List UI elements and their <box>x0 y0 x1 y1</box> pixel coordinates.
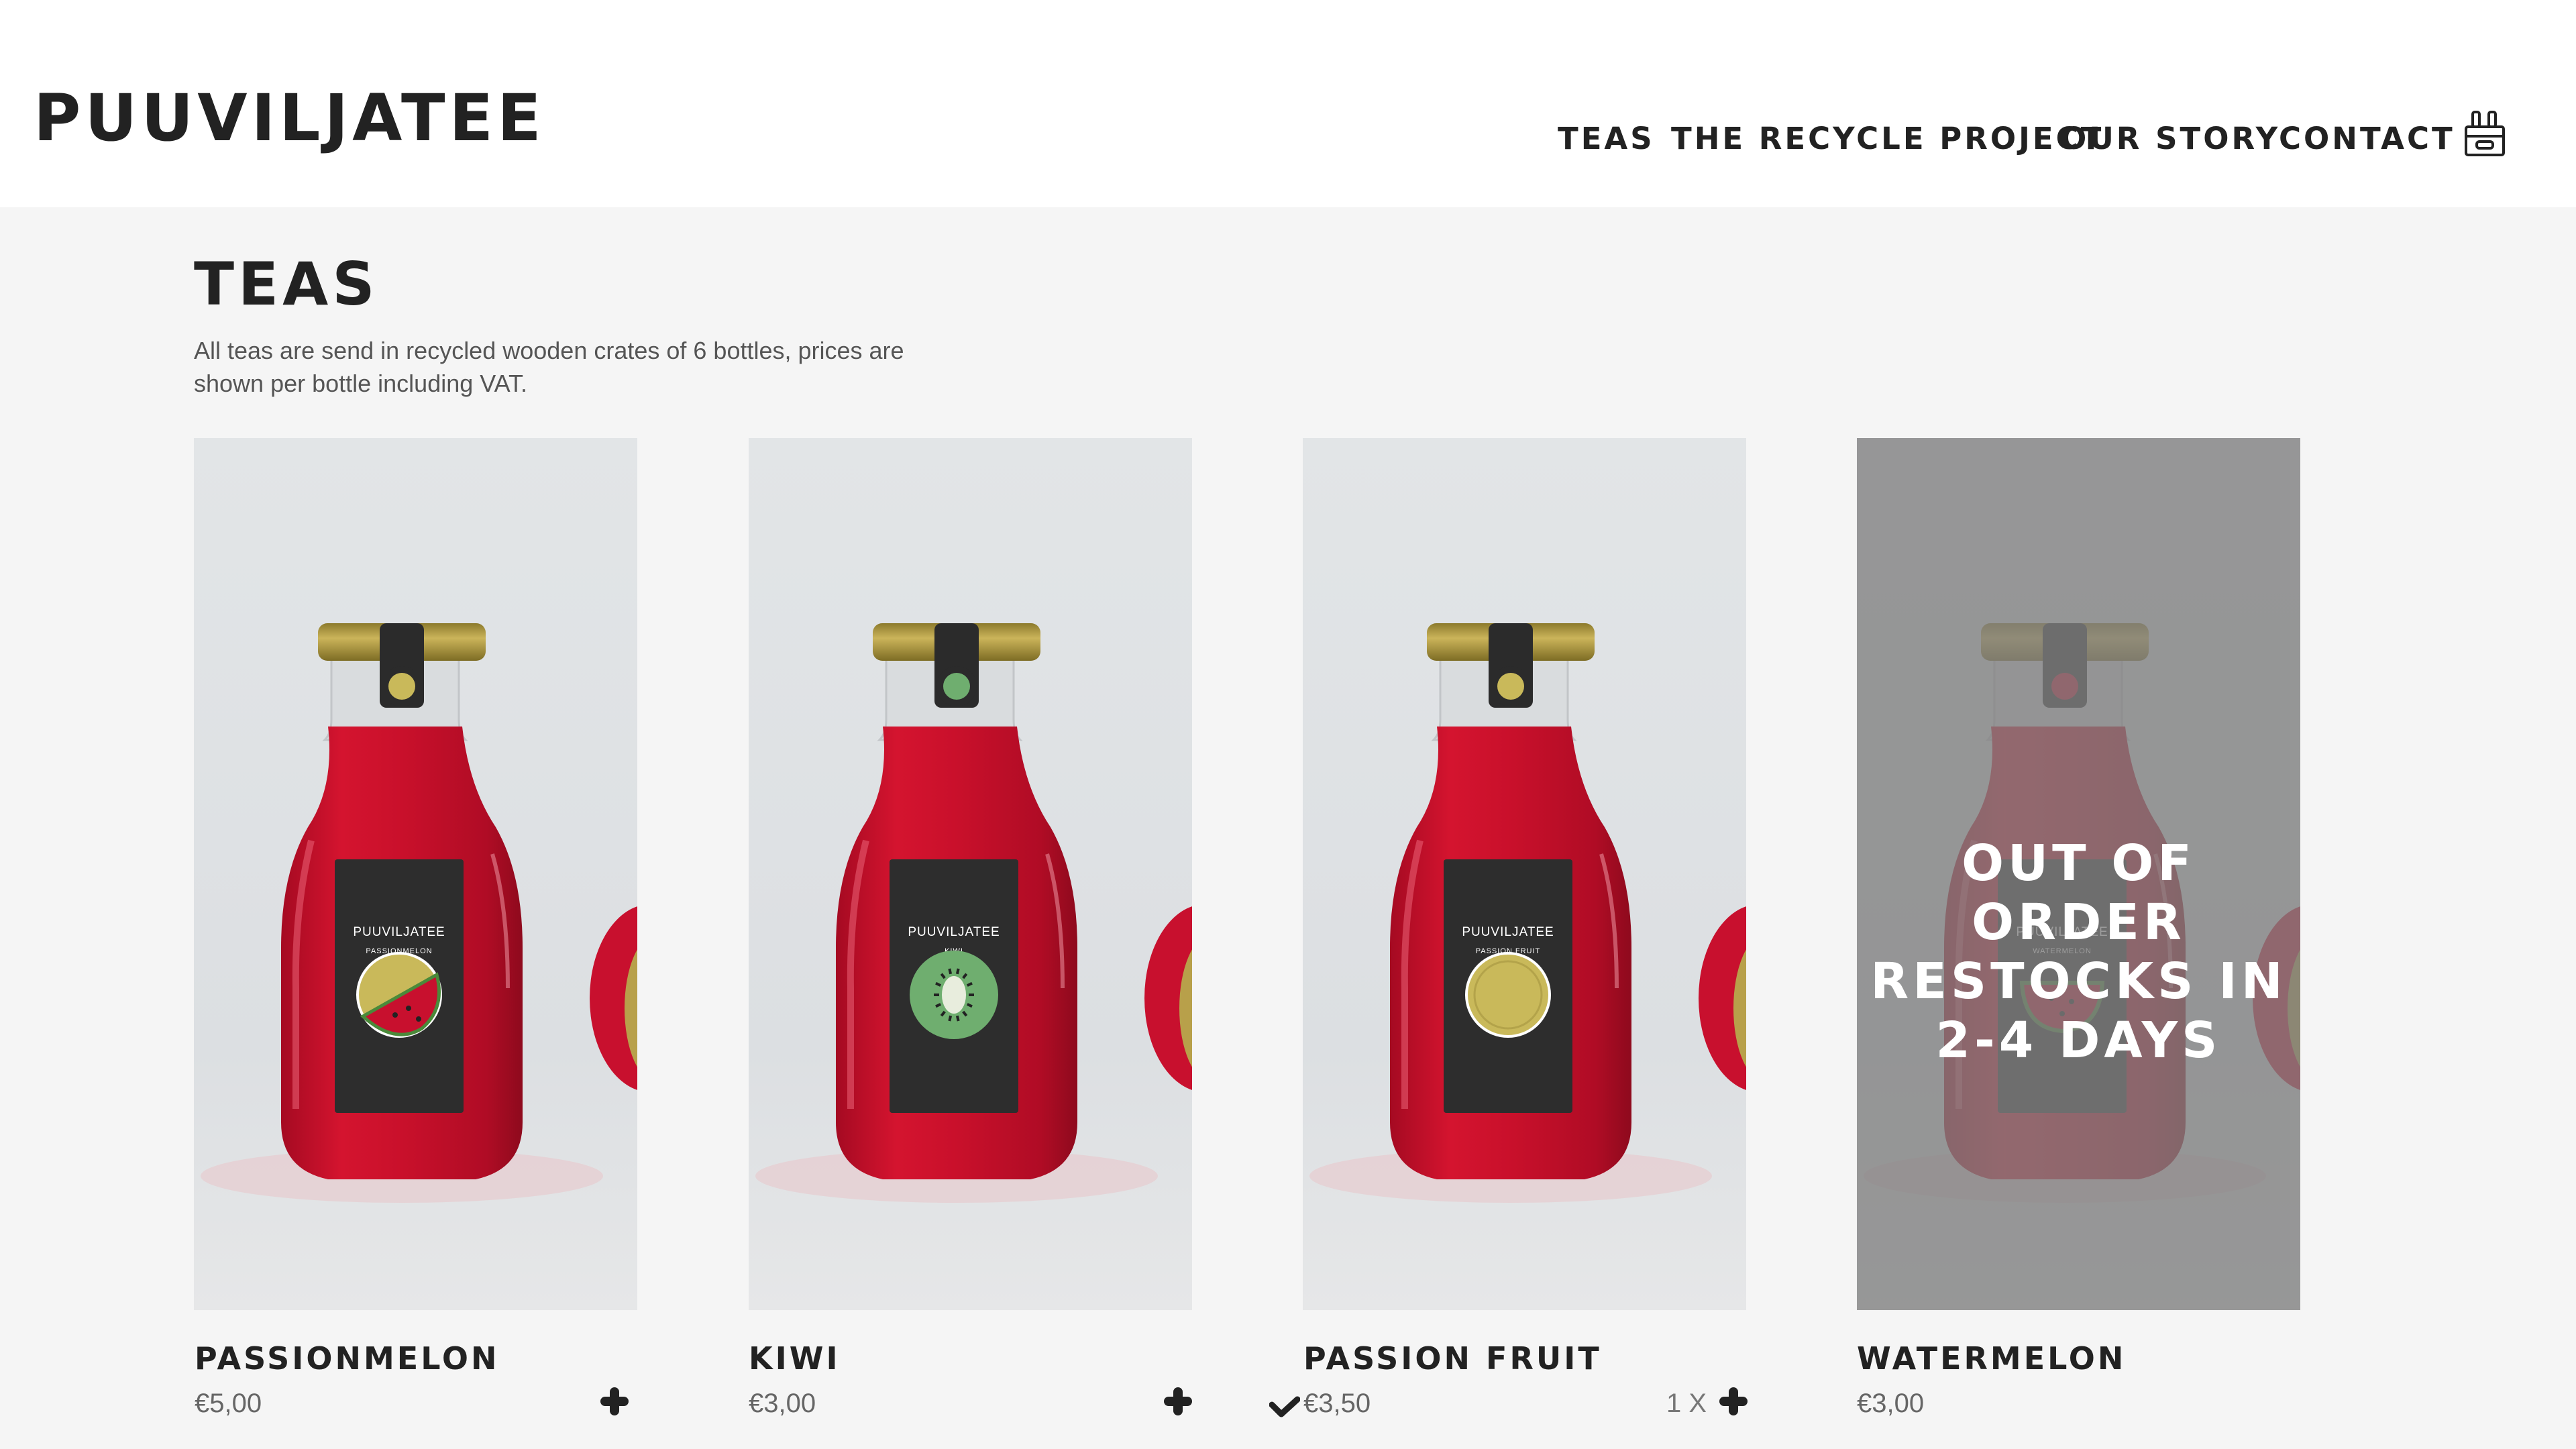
product-name[interactable]: PASSIONMELON <box>195 1343 499 1374</box>
product-price: €3,50 <box>1303 1389 1371 1418</box>
product-price: €3,00 <box>749 1389 816 1418</box>
bottle-illustration: PUUVILJATEE KIWI <box>755 623 1192 1203</box>
product-price: €5,00 <box>195 1389 262 1418</box>
nav-contact[interactable]: CONTACT <box>2279 123 2455 154</box>
passionmelon-icon <box>356 952 442 1038</box>
nav-teas[interactable]: TEAS <box>1558 123 1655 154</box>
add-to-cart-button[interactable] <box>1164 1387 1192 1415</box>
in-cart-check-icon <box>1269 1395 1301 1419</box>
nav-recycle-project[interactable]: THE RECYCLE PROJECT <box>1671 123 2104 154</box>
plus-icon <box>1719 1387 1748 1415</box>
product-image-watermelon: PUUVILJATEE WATERMELON OUT OF ORDER REST… <box>1857 438 2300 1310</box>
plus-icon <box>1164 1387 1192 1415</box>
product-image-kiwi[interactable]: PUUVILJATEE KIWI <box>749 438 1192 1310</box>
passion-fruit-icon <box>1465 952 1551 1038</box>
logo[interactable]: PUUVILJATEE <box>34 86 545 150</box>
product-name[interactable]: KIWI <box>749 1343 841 1374</box>
bottle-illustration: PUUVILJATEE PASSIONMELON <box>201 623 637 1203</box>
product-price: €3,00 <box>1857 1389 1925 1418</box>
add-to-cart-button[interactable] <box>1719 1387 1748 1415</box>
out-of-stock-text: OUT OF ORDER RESTOCKS IN 2-4 DAYS <box>1870 835 2287 1069</box>
cart-quantity: 1 X <box>1666 1389 1707 1418</box>
svg-text:PUUVILJATEE: PUUVILJATEE <box>908 925 1000 939</box>
bottle-crate-icon[interactable] <box>2463 109 2506 158</box>
site-header: PUUVILJATEE TEAS THE RECYCLE PROJECT OUR… <box>0 0 2576 207</box>
product-name[interactable]: PASSION FRUIT <box>1303 1343 1602 1374</box>
add-to-cart-button[interactable] <box>600 1387 629 1415</box>
page-description: All teas are send in recycled wooden cra… <box>194 337 904 397</box>
product-image-passionmelon[interactable]: PUUVILJATEE PASSIONMELON <box>194 438 637 1310</box>
svg-text:PUUVILJATEE: PUUVILJATEE <box>1462 925 1554 939</box>
svg-text:PUUVILJATEE: PUUVILJATEE <box>353 925 445 939</box>
product-image-passion-fruit[interactable]: PUUVILJATEE PASSION FRUIT <box>1303 438 1746 1310</box>
bottle-illustration: PUUVILJATEE PASSION FRUIT <box>1309 623 1746 1203</box>
kiwi-icon <box>910 951 998 1039</box>
page-title: TEAS <box>194 250 379 319</box>
nav-our-story[interactable]: OUR STORY <box>2061 123 2280 154</box>
plus-icon <box>600 1387 629 1415</box>
product-name: WATERMELON <box>1857 1340 2127 1377</box>
